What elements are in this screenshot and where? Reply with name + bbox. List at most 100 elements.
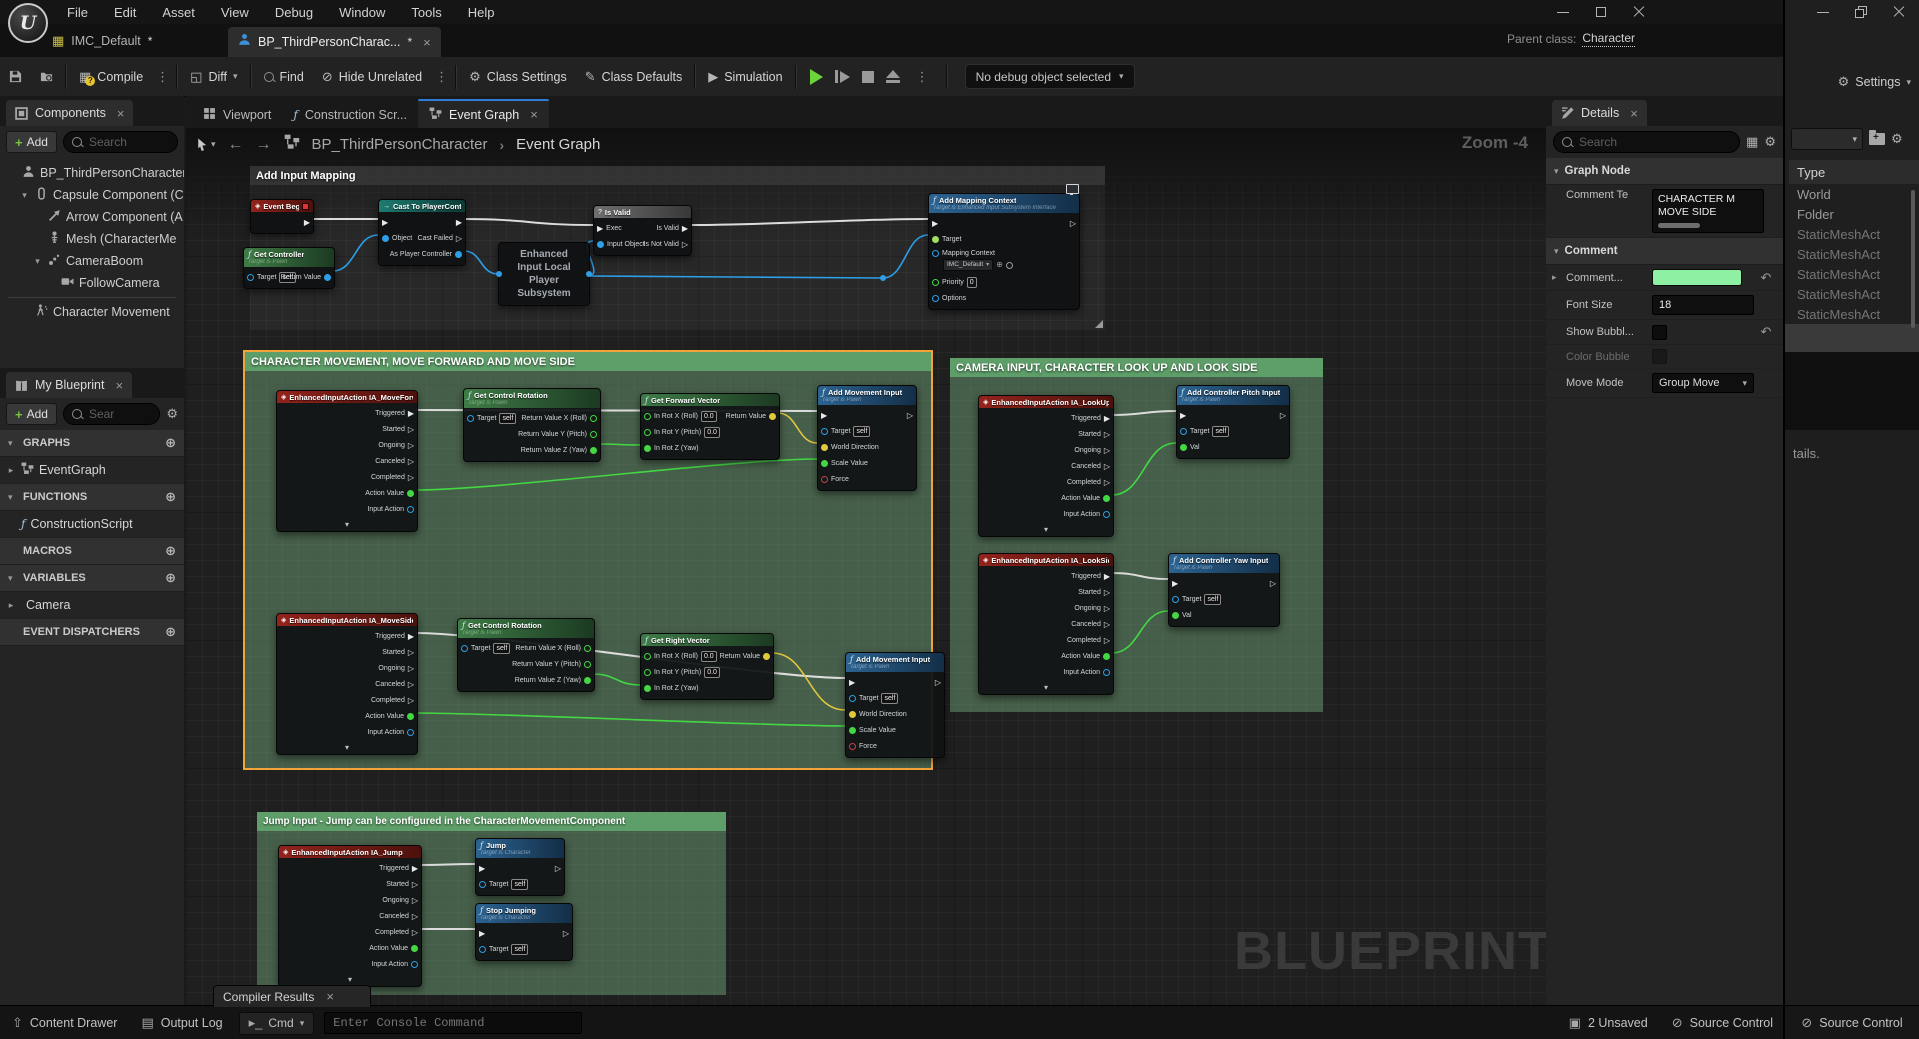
find-button[interactable]: Find xyxy=(255,64,313,90)
exec-pin[interactable]: ▷ xyxy=(408,473,414,482)
exec-pin[interactable]: ▶ xyxy=(682,224,688,233)
obj-pin[interactable] xyxy=(467,415,474,422)
breadcrumb-root[interactable]: BP_ThirdPersonCharacter xyxy=(312,136,488,153)
vec-pin[interactable] xyxy=(763,653,770,660)
eject-button[interactable] xyxy=(886,70,900,83)
exec-pin[interactable]: ▷ xyxy=(1104,636,1110,645)
float-pin[interactable] xyxy=(1103,653,1110,660)
menu-help[interactable]: Help xyxy=(455,5,508,20)
node-event-beginplay[interactable]: ◈Event BeginPlay▶ xyxy=(250,199,314,234)
node-add-controller-yaw-input[interactable]: ƒAdd Controller Yaw InputTarget is Pawn▶… xyxy=(1168,553,1280,627)
outliner-settings-gear-icon[interactable]: ⚙ xyxy=(1891,131,1903,147)
float-pin[interactable] xyxy=(644,429,651,436)
obj-pin[interactable] xyxy=(479,946,486,953)
float-pin[interactable] xyxy=(590,447,597,454)
float-pin[interactable] xyxy=(407,713,414,720)
float-pin[interactable] xyxy=(411,945,418,952)
exec-pin[interactable]: ▷ xyxy=(682,240,688,249)
node-ia-lookside[interactable]: ◈EnhancedInputAction IA_LookSideTriggere… xyxy=(978,553,1114,695)
exec-pin[interactable]: ▷ xyxy=(412,928,418,937)
node-is-valid[interactable]: ?Is Valid▶ExecIs Valid▶Input ObjectIs No… xyxy=(593,205,692,256)
exec-pin[interactable]: ▶ xyxy=(408,632,414,641)
obj-pin[interactable] xyxy=(324,274,331,281)
float-pin[interactable] xyxy=(644,685,651,692)
close-panel-icon[interactable]: × xyxy=(1630,107,1638,120)
section-macros[interactable]: MACROS⊕ xyxy=(0,538,184,565)
pin-value-box[interactable]: self xyxy=(1204,594,1221,605)
simulation-button[interactable]: ▶Simulation xyxy=(699,64,791,90)
float-pin[interactable] xyxy=(932,279,939,286)
exec-pin[interactable]: ▷ xyxy=(408,648,414,657)
exec-pin[interactable]: ▶ xyxy=(456,218,462,227)
source-control-button[interactable]: ⊘Source Control xyxy=(1660,1015,1785,1031)
float-pin[interactable] xyxy=(821,460,828,467)
menu-tools[interactable]: Tools xyxy=(398,5,454,20)
float-pin[interactable] xyxy=(590,415,597,422)
pin-value-box[interactable]: 0 xyxy=(967,277,977,288)
console-command-input[interactable] xyxy=(324,1012,582,1034)
exec-pin[interactable]: ▶ xyxy=(1180,411,1186,420)
obj-pin[interactable] xyxy=(407,506,414,513)
browse-icon[interactable] xyxy=(1006,262,1013,269)
class-settings-button[interactable]: ⚙Class Settings xyxy=(460,64,576,90)
obj-pin[interactable] xyxy=(455,251,462,258)
obj-pin[interactable] xyxy=(1172,596,1179,603)
blueprint-settings-gear-icon[interactable]: ⚙ xyxy=(166,406,178,422)
outliner-filter-dropdown[interactable]: ▾ xyxy=(1791,128,1863,150)
obj-pin[interactable] xyxy=(382,235,389,242)
float-pin[interactable] xyxy=(1172,612,1179,619)
obj-pin[interactable] xyxy=(597,241,604,248)
exec-pin[interactable]: ▷ xyxy=(408,680,414,689)
exec-pin[interactable]: ▶ xyxy=(1172,579,1178,588)
pin-value-box[interactable]: self xyxy=(853,426,870,437)
exec-pin[interactable]: ▶ xyxy=(1104,572,1110,581)
add-icon[interactable]: ⊕ xyxy=(165,435,176,451)
exec-pin[interactable]: ▷ xyxy=(1104,588,1110,597)
obj-pin[interactable] xyxy=(1103,669,1110,676)
output-log-button[interactable]: ▤Output Log xyxy=(129,1015,234,1031)
vec-pin[interactable] xyxy=(821,444,828,451)
minimize-button[interactable] xyxy=(1817,6,1829,18)
tab-components[interactable]: Components × xyxy=(6,100,133,126)
collapse-chevron-icon[interactable]: ▾ xyxy=(277,520,417,531)
exec-pin[interactable]: ▷ xyxy=(408,457,414,466)
float-pin[interactable] xyxy=(644,445,651,452)
exec-pin[interactable]: ▶ xyxy=(412,864,418,873)
node-ia-jump[interactable]: ◈EnhancedInputAction IA_JumpTriggered▶St… xyxy=(278,845,422,987)
menu-view[interactable]: View xyxy=(208,5,262,20)
class-defaults-button[interactable]: ✎Class Defaults xyxy=(576,64,692,90)
tab-viewport[interactable]: Viewport xyxy=(192,101,282,128)
event-graph-canvas[interactable]: BLUEPRINT ▾ ← → BP_ThirdPersonCharacter … xyxy=(186,128,1546,1005)
exec-pin[interactable]: ▷ xyxy=(1104,430,1110,439)
add-icon[interactable]: ⊕ xyxy=(165,570,176,586)
exec-pin[interactable]: ▷ xyxy=(1070,219,1076,228)
comment-text-box[interactable]: CHARACTER MMOVE SIDE xyxy=(1652,189,1764,233)
value-input[interactable]: 18 xyxy=(1652,295,1754,315)
restore-button[interactable] xyxy=(1855,6,1867,18)
display-options-icon[interactable]: ▦ xyxy=(1746,134,1758,150)
close-panel-icon[interactable]: × xyxy=(117,107,125,120)
component-row-followcamera[interactable]: FollowCamera xyxy=(0,272,184,294)
exec-pin[interactable]: ▷ xyxy=(408,441,414,450)
pin-value-box[interactable]: self xyxy=(493,643,510,654)
watch-value-icon[interactable] xyxy=(1066,184,1079,194)
float-pin[interactable] xyxy=(1180,444,1187,451)
value-dropdown[interactable]: Group Move▾ xyxy=(1652,373,1754,393)
component-row-arrow-component-a[interactable]: Arrow Component (A xyxy=(0,206,184,228)
tab-event-graph[interactable]: Event Graph× xyxy=(418,99,549,128)
components-search-input[interactable] xyxy=(87,134,169,150)
vec-pin[interactable] xyxy=(849,711,856,718)
hide-unrelated-button[interactable]: ⊘Hide Unrelated xyxy=(313,64,431,90)
unreal-logo[interactable]: U xyxy=(8,3,48,43)
exec-pin[interactable]: ▷ xyxy=(555,864,561,873)
details-settings-gear-icon[interactable]: ⚙ xyxy=(1764,134,1776,150)
component-row-capsule-component-c[interactable]: ▾Capsule Component (C xyxy=(0,184,184,206)
expander-icon[interactable]: ▾ xyxy=(32,256,43,267)
exec-pin[interactable]: ▷ xyxy=(1270,579,1276,588)
outliner-row[interactable]: Folder xyxy=(1789,204,1911,224)
node-jump[interactable]: ƒJumpTarget is Character▶▷Targetself xyxy=(475,838,565,896)
hide-unrelated-options-icon[interactable]: ⋮ xyxy=(431,69,452,85)
pin-value-box[interactable]: 0.0 xyxy=(701,411,717,422)
component-row-bp-thirdpersoncharacter[interactable]: BP_ThirdPersonCharacter xyxy=(0,162,184,184)
exec-pin[interactable]: ▷ xyxy=(1104,462,1110,471)
